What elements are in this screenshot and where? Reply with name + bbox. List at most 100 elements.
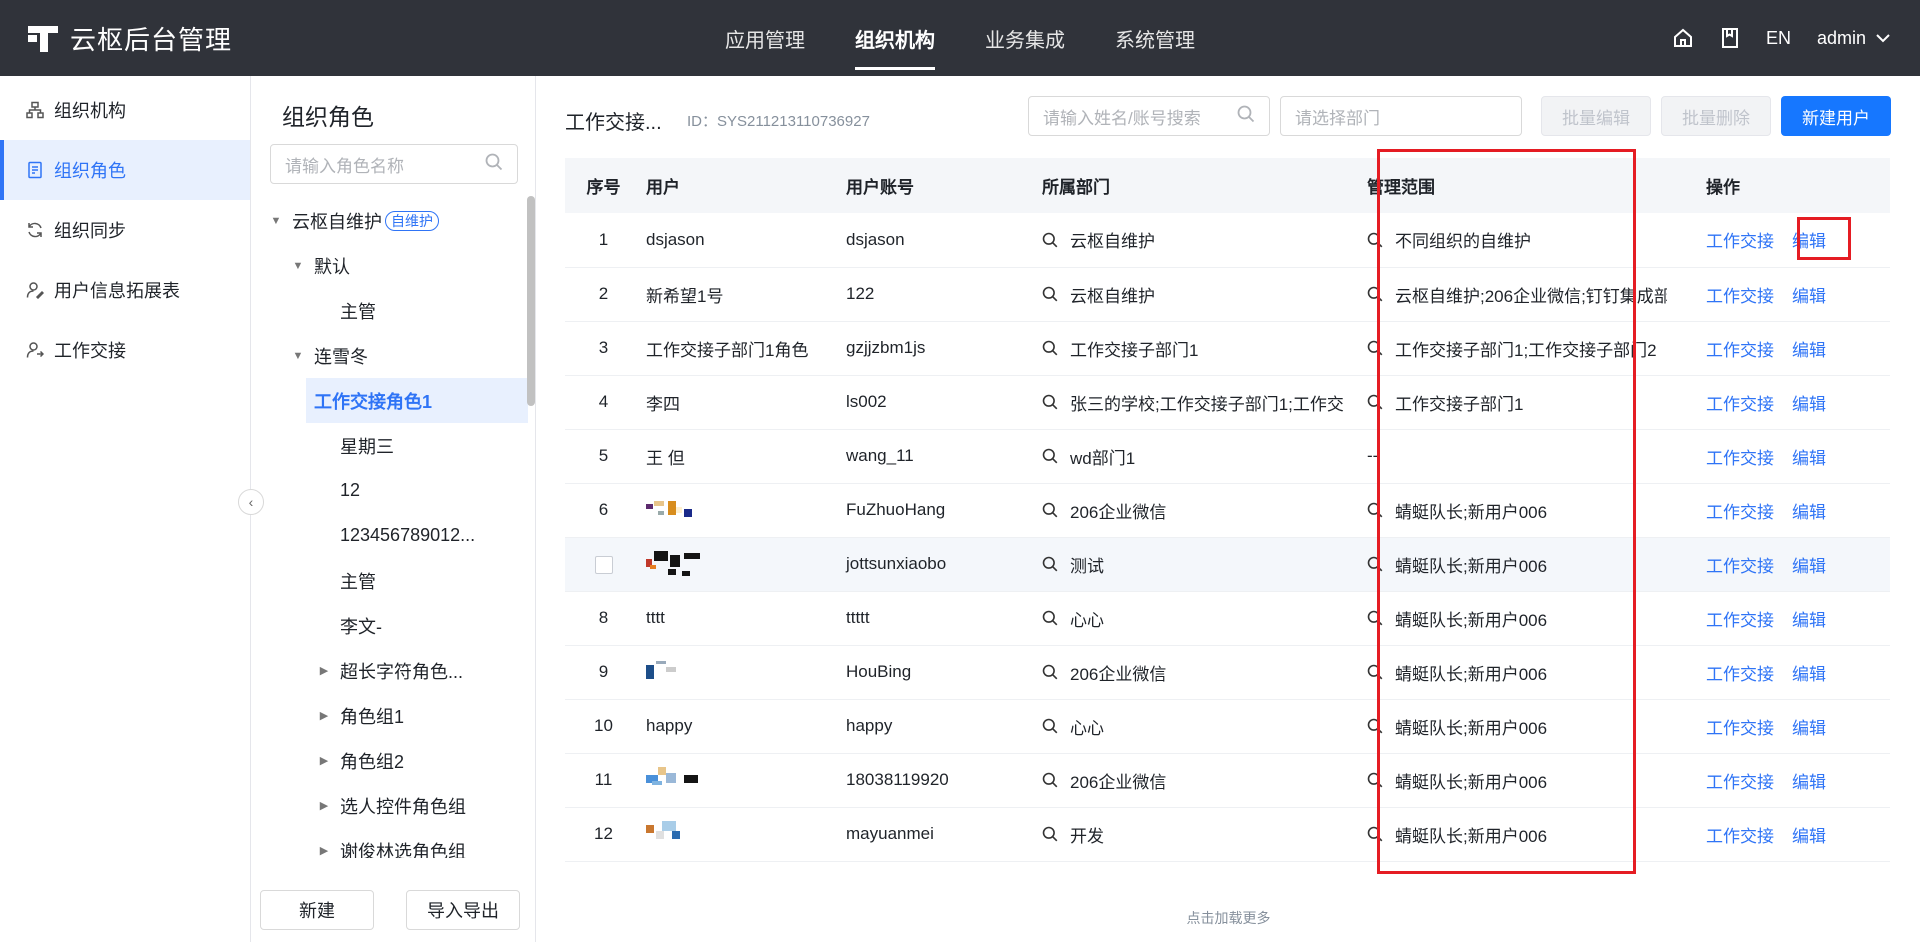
caret-right-icon[interactable]: ▶ xyxy=(314,664,334,677)
handover-link[interactable]: 工作交接 xyxy=(1706,611,1774,630)
top-nav-item[interactable]: 业务集成 xyxy=(960,0,1090,76)
row-scope[interactable]: 工作交接子部门1 xyxy=(1367,375,1692,430)
role-tree-node[interactable]: 123456789012... xyxy=(266,513,528,558)
row-scope[interactable]: 不同组织的自维护 xyxy=(1367,213,1692,268)
row-department[interactable]: 云枢自维护 xyxy=(1042,213,1367,268)
table-row[interactable]: 3 工作交接子部门1角色 gzjjzbm1js 工作交接子部门1 工作交接子部门1;工作… xyxy=(565,321,1890,376)
handover-link[interactable]: 工作交接 xyxy=(1706,232,1774,251)
top-nav-item[interactable]: 组织机构 xyxy=(830,0,960,76)
user-menu[interactable]: admin xyxy=(1817,28,1890,49)
row-department[interactable]: 测试 xyxy=(1042,537,1367,592)
table-row[interactable]: 8 tttt ttttt 心心 蜻蜓队长;新用户006 工作交接 编辑 xyxy=(565,591,1890,646)
role-tree-node[interactable]: ▼ 连雪冬 xyxy=(266,333,528,378)
handover-link[interactable]: 工作交接 xyxy=(1706,449,1774,468)
edit-link[interactable]: 编辑 xyxy=(1792,773,1826,792)
row-department[interactable]: 心心 xyxy=(1042,699,1367,754)
import-export-button[interactable]: 导入导出 xyxy=(406,890,520,930)
row-scope[interactable]: -- xyxy=(1367,429,1692,484)
edit-link[interactable]: 编辑 xyxy=(1792,611,1826,630)
role-tree-node[interactable]: 星期三 xyxy=(266,423,528,468)
edit-link[interactable]: 编辑 xyxy=(1792,557,1826,576)
role-search-input[interactable]: 请输入角色名称 xyxy=(270,144,518,184)
row-scope[interactable]: 蜻蜓队长;新用户006 xyxy=(1367,591,1692,646)
edit-link[interactable]: 编辑 xyxy=(1792,232,1826,251)
role-tree-node[interactable]: 李文- xyxy=(266,603,528,648)
sidebar-item[interactable]: 组织机构 xyxy=(0,80,250,140)
caret-down-icon[interactable]: ▼ xyxy=(288,260,308,272)
row-scope[interactable]: 蜻蜓队长;新用户006 xyxy=(1367,699,1692,754)
edit-link[interactable]: 编辑 xyxy=(1792,449,1826,468)
role-tree-node[interactable]: ▶ 谢俊林选角色组 xyxy=(266,828,528,859)
edit-link[interactable]: 编辑 xyxy=(1792,719,1826,738)
row-department[interactable]: 206企业微信 xyxy=(1042,753,1367,808)
top-nav-item[interactable]: 系统管理 xyxy=(1090,0,1220,76)
table-row[interactable]: 5王 但 wang_11 wd部门1 -- 工作交接 编辑 xyxy=(565,429,1890,484)
table-row[interactable]: 11 18038119920 206企业微信 蜻蜓队长;新用户006 工作交接 编辑 xyxy=(565,753,1890,808)
row-scope[interactable]: 工作交接子部门1;工作交接子部门2 xyxy=(1367,321,1692,376)
row-department[interactable]: 206企业微信 xyxy=(1042,645,1367,700)
table-row[interactable]: 2 新希望1号 122 云枢自维护 云枢自维护;206企业微信;钉钉集成部 工作交接 编辑 xyxy=(565,267,1890,322)
role-tree-node[interactable]: 12 xyxy=(266,468,528,513)
role-tree-node[interactable]: ▶ 角色组1 xyxy=(266,693,528,738)
caret-right-icon[interactable]: ▶ xyxy=(314,709,334,722)
handover-link[interactable]: 工作交接 xyxy=(1706,341,1774,360)
edit-link[interactable]: 编辑 xyxy=(1792,827,1826,846)
table-row[interactable]: 10 happy happy 心心 蜻蜓队长;新用户006 工作交接 编辑 xyxy=(565,699,1890,754)
edit-link[interactable]: 编辑 xyxy=(1792,503,1826,522)
row-scope[interactable]: 蜻蜓队长;新用户006 xyxy=(1367,645,1692,700)
role-tree-node[interactable]: ▼ 默认 xyxy=(266,243,528,288)
table-row[interactable]: 12 mayuanmei 开发 蜻蜓队长;新用户006 工作交接 编辑 xyxy=(565,807,1890,862)
row-scope[interactable]: 蜻蜓队长;新用户006 xyxy=(1367,753,1692,808)
table-row[interactable]: 6 FuZhuoHang 206企业微信 蜻蜓队长;新用户006 工作交接 编辑 xyxy=(565,483,1890,538)
handover-link[interactable]: 工作交接 xyxy=(1706,395,1774,414)
handover-link[interactable]: 工作交接 xyxy=(1706,719,1774,738)
edit-link[interactable]: 编辑 xyxy=(1792,665,1826,684)
home-icon[interactable] xyxy=(1672,27,1694,49)
brand[interactable]: 云枢后台管理 xyxy=(28,0,232,76)
load-more-link[interactable]: 点击加载更多 xyxy=(537,908,1920,928)
caret-right-icon[interactable]: ▶ xyxy=(314,799,334,812)
row-department[interactable]: 工作交接子部门1 xyxy=(1042,321,1367,376)
handover-link[interactable]: 工作交接 xyxy=(1706,287,1774,306)
edit-link[interactable]: 编辑 xyxy=(1792,395,1826,414)
role-tree-node[interactable]: 主管 xyxy=(266,288,528,333)
collapse-sidebar-button[interactable]: ‹ xyxy=(238,489,264,515)
role-tree-node[interactable]: ▶ 超长字符角色... xyxy=(266,648,528,693)
row-scope[interactable]: 蜻蜓队长;新用户006 xyxy=(1367,537,1692,592)
row-index[interactable] xyxy=(565,537,642,592)
role-tree-node[interactable]: 主管 xyxy=(266,558,528,603)
table-row[interactable]: 1 dsjason dsjason 云枢自维护 不同组织的自维护 工作交接 编辑 xyxy=(565,213,1890,268)
top-nav-item[interactable]: 应用管理 xyxy=(700,0,830,76)
new-role-button[interactable]: 新建 xyxy=(260,890,374,930)
table-row[interactable]: 9 HouBing 206企业微信 蜻蜓队长;新用户006 工作交接 编辑 xyxy=(565,645,1890,700)
row-department[interactable]: 开发 xyxy=(1042,807,1367,862)
handover-link[interactable]: 工作交接 xyxy=(1706,557,1774,576)
language-toggle[interactable]: EN xyxy=(1766,28,1791,49)
caret-down-icon[interactable]: ▼ xyxy=(288,350,308,362)
row-checkbox[interactable] xyxy=(594,555,613,574)
row-department[interactable]: wd部门1 xyxy=(1042,429,1367,484)
edit-link[interactable]: 编辑 xyxy=(1792,287,1826,306)
sidebar-item[interactable]: 工作交接 xyxy=(0,320,250,380)
role-tree-node[interactable]: ▶ 角色组2 xyxy=(266,738,528,783)
sidebar-item[interactable]: 组织角色 xyxy=(0,140,250,200)
row-department[interactable]: 206企业微信 xyxy=(1042,483,1367,538)
row-scope[interactable]: 蜻蜓队长;新用户006 xyxy=(1367,807,1692,862)
tree-scrollbar[interactable] xyxy=(527,196,535,406)
handover-link[interactable]: 工作交接 xyxy=(1706,503,1774,522)
handover-link[interactable]: 工作交接 xyxy=(1706,827,1774,846)
row-department[interactable]: 云枢自维护 xyxy=(1042,267,1367,322)
handover-link[interactable]: 工作交接 xyxy=(1706,665,1774,684)
row-department[interactable]: 心心 xyxy=(1042,591,1367,646)
row-department[interactable]: 张三的学校;工作交接子部门1;工作交 xyxy=(1042,375,1367,430)
role-tree-node[interactable]: ▼ 云枢自维护 自维护 xyxy=(266,198,528,243)
book-icon[interactable] xyxy=(1720,27,1740,49)
role-tree-node[interactable]: 工作交接角色1 xyxy=(306,378,528,423)
role-tree-node[interactable]: ▶ 选人控件角色组 xyxy=(266,783,528,828)
table-row[interactable]: 4 李四 ls002 张三的学校;工作交接子部门1;工作交 工作交接子部门1 工作交接 编辑 xyxy=(565,375,1890,430)
row-scope[interactable]: 云枢自维护;206企业微信;钉钉集成部 xyxy=(1367,267,1692,322)
handover-link[interactable]: 工作交接 xyxy=(1706,773,1774,792)
table-row[interactable]: jottsunxiaobo 测试 蜻蜓队长;新用户006 工作交接 编辑 xyxy=(565,537,1890,592)
caret-down-icon[interactable]: ▼ xyxy=(266,215,286,227)
sidebar-item[interactable]: 用户信息拓展表 xyxy=(0,260,250,320)
